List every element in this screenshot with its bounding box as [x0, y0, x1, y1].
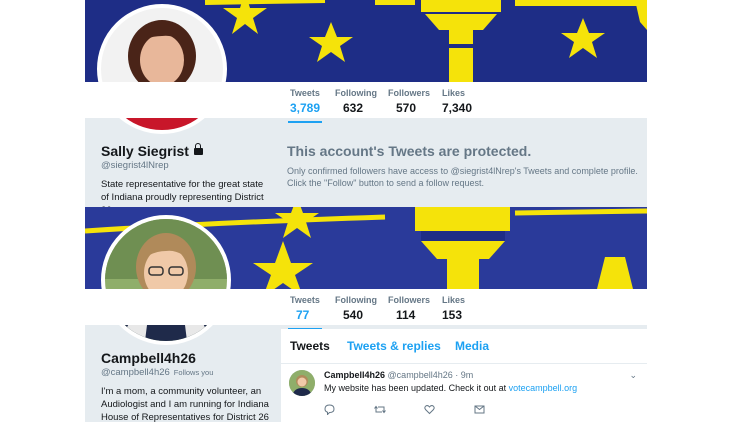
stat-tweets[interactable]: Tweets 77 — [288, 295, 322, 330]
stat-following[interactable]: Following 632 — [335, 88, 377, 116]
avatar[interactable] — [101, 215, 231, 345]
message-icon[interactable] — [474, 404, 485, 418]
timeline-tabs: Tweets Tweets & replies Media — [281, 329, 647, 364]
reply-icon[interactable] — [324, 404, 335, 418]
stat-label: Likes — [442, 88, 466, 98]
protected-title: This account's Tweets are protected. — [287, 143, 532, 159]
stat-value: 77 — [296, 308, 310, 322]
stat-value: 3,789 — [290, 101, 321, 115]
stat-value: 632 — [343, 101, 364, 115]
tweet-text-body: My website has been updated. Check it ou… — [324, 383, 509, 393]
stat-followers[interactable]: Followers 114 — [388, 295, 430, 323]
stat-following[interactable]: Following 540 — [335, 295, 377, 323]
profile-handle[interactable]: @siegrist4lNrep — [101, 160, 169, 171]
tab-media[interactable]: Media — [455, 339, 489, 353]
profile-panel-sally: Tweets 3,789 Following 632 Followers 570… — [85, 0, 647, 207]
stat-tweets[interactable]: Tweets 3,789 — [287, 88, 323, 123]
stat-likes[interactable]: Likes 153 — [442, 295, 465, 323]
stat-value: 540 — [343, 308, 364, 322]
stat-value: 114 — [396, 308, 416, 322]
tweet-author-handle[interactable]: @campbell4h26 — [388, 370, 453, 380]
tab-tweets[interactable]: Tweets — [290, 339, 330, 353]
profile-bio: State representative for the great state… — [101, 179, 264, 207]
stat-likes[interactable]: Likes 7,340 — [442, 88, 472, 116]
tweet-text: My website has been updated. Check it ou… — [324, 383, 577, 393]
profile-handle-text[interactable]: @campbell4h26 — [101, 367, 170, 378]
profile-name: Campbell4h26 — [101, 350, 196, 366]
profile-stats-bar: Tweets 3,789 Following 632 Followers 570… — [85, 82, 647, 123]
tab-tweets-replies[interactable]: Tweets & replies — [347, 339, 441, 353]
stat-label: Followers — [388, 295, 431, 305]
stat-value: 570 — [396, 101, 417, 115]
stat-label: Following — [335, 88, 377, 98]
retweet-icon[interactable] — [374, 404, 386, 418]
profile-name: Sally Siegrist — [101, 143, 203, 159]
like-icon[interactable] — [424, 404, 435, 418]
stat-value: 153 — [442, 308, 463, 322]
tweet-time[interactable]: · 9m — [455, 370, 473, 380]
tweet-header: Campbell4h26 @campbell4h26 · 9m — [324, 370, 473, 380]
profile-handle: @campbell4h26 Follows you — [101, 367, 214, 378]
tweet-link[interactable]: votecampbell.org — [509, 383, 578, 393]
tweet-author-name[interactable]: Campbell4h26 — [324, 370, 385, 380]
follows-you-badge: Follows you — [173, 368, 214, 377]
profile-stats-bar: Tweets 77 Following 540 Followers 114 Li… — [85, 289, 647, 330]
profile-name-text: Sally Siegrist — [101, 143, 189, 159]
tweet-avatar[interactable] — [289, 370, 315, 396]
stat-followers[interactable]: Followers 570 — [388, 88, 430, 116]
stat-label: Likes — [442, 295, 466, 305]
protected-text: Only confirmed followers have access to … — [287, 166, 638, 188]
stat-label: Tweets — [290, 88, 320, 98]
profile-bio: I'm a mom, a community volunteer, an Aud… — [101, 386, 269, 422]
stat-label: Tweets — [290, 295, 320, 305]
lock-icon — [193, 143, 203, 155]
chevron-down-icon[interactable]: ⌄ — [629, 370, 637, 381]
stat-label: Followers — [388, 88, 431, 98]
timeline: Tweets Tweets & replies Media Campbell4h… — [281, 329, 647, 422]
stat-label: Following — [335, 295, 377, 305]
profile-panel-campbell: Tweets 77 Following 540 Followers 114 Li… — [85, 207, 647, 422]
stat-value: 7,340 — [442, 101, 473, 115]
tweet-item[interactable]: Campbell4h26 @campbell4h26 · 9m ⌄ My web… — [281, 364, 647, 422]
